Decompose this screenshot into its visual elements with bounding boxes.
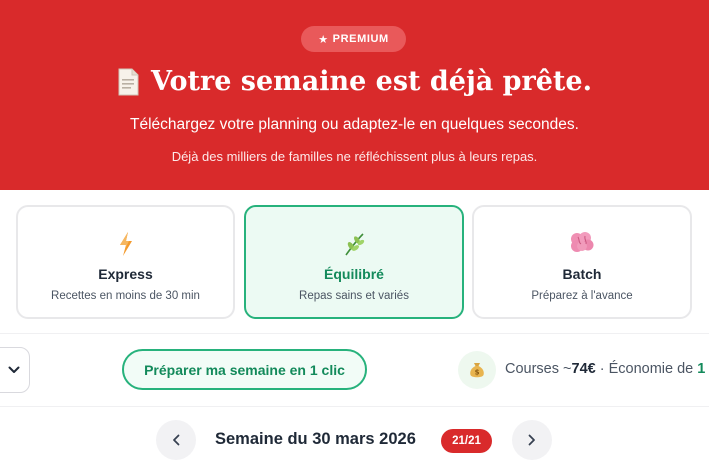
courses-summary: Courses ~74€ · Économie de 1 <box>505 361 705 377</box>
chevron-left-icon <box>173 434 180 446</box>
money-bag-icon: $ <box>470 363 484 378</box>
brain-icon <box>571 232 594 252</box>
mode-card-description: Préparez à l'avance <box>531 290 633 302</box>
svg-text:$: $ <box>475 369 480 377</box>
options-dropdown-button[interactable] <box>0 347 30 393</box>
herb-icon <box>345 233 365 256</box>
mode-card-title: Express <box>98 266 153 282</box>
mode-card-express[interactable]: Express Recettes en moins de 30 min <box>16 205 235 319</box>
lightning-icon <box>119 232 132 256</box>
prepare-week-button[interactable]: Préparer ma semaine en 1 clic <box>122 349 367 390</box>
mode-card-title: Batch <box>562 266 602 282</box>
hero-title-row: Votre semaine est déjà prête. <box>0 64 709 100</box>
divider <box>0 406 709 407</box>
mode-card-title: Équilibré <box>324 266 384 282</box>
premium-hero-banner: ★ PREMIUM Votre semaine est déjà prête. … <box>0 0 709 190</box>
week-recipe-count-badge: 21/21 <box>441 429 492 453</box>
courses-amount: 74€ <box>571 361 596 377</box>
money-bag-icon-container: $ <box>458 351 496 389</box>
document-icon <box>118 68 139 96</box>
chevron-right-icon <box>528 434 535 446</box>
mode-card-description: Recettes en moins de 30 min <box>51 290 200 302</box>
mode-card-batch[interactable]: Batch Préparez à l'avance <box>472 205 692 319</box>
mode-card-equilibre[interactable]: Équilibré Repas sains et variés <box>244 205 464 319</box>
premium-badge: ★ PREMIUM <box>301 26 406 52</box>
courses-prefix: Courses ~ <box>505 361 572 377</box>
mode-card-description: Repas sains et variés <box>299 290 409 302</box>
week-title: Semaine du 30 mars 2026 <box>215 430 416 448</box>
star-icon: ★ <box>318 33 329 46</box>
hero-title: Votre semaine est déjà prête. <box>151 66 592 97</box>
hero-subtitle: Téléchargez votre planning ou adaptez-le… <box>130 116 579 133</box>
divider <box>0 333 709 334</box>
premium-badge-label: PREMIUM <box>332 33 389 45</box>
chevron-down-icon <box>8 366 20 373</box>
previous-week-button[interactable] <box>156 420 196 460</box>
hero-note: Déjà des milliers de familles ne réfléch… <box>171 149 538 164</box>
courses-savings: 1 <box>697 361 706 377</box>
courses-separator: · Économie de <box>595 361 698 377</box>
next-week-button[interactable] <box>512 420 552 460</box>
